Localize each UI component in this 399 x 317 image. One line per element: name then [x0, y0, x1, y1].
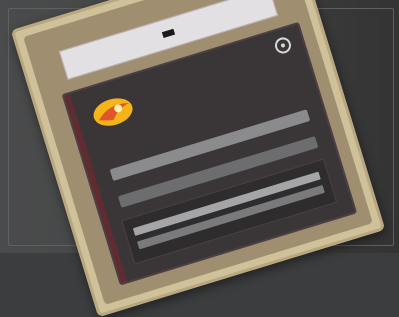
brand-logo-icon [87, 90, 140, 134]
handheld-device [10, 0, 386, 317]
power-icon[interactable] [273, 35, 293, 56]
device-inner-frame [23, 0, 373, 305]
bottom-panel-row [132, 171, 321, 236]
device-header-title [161, 28, 176, 39]
